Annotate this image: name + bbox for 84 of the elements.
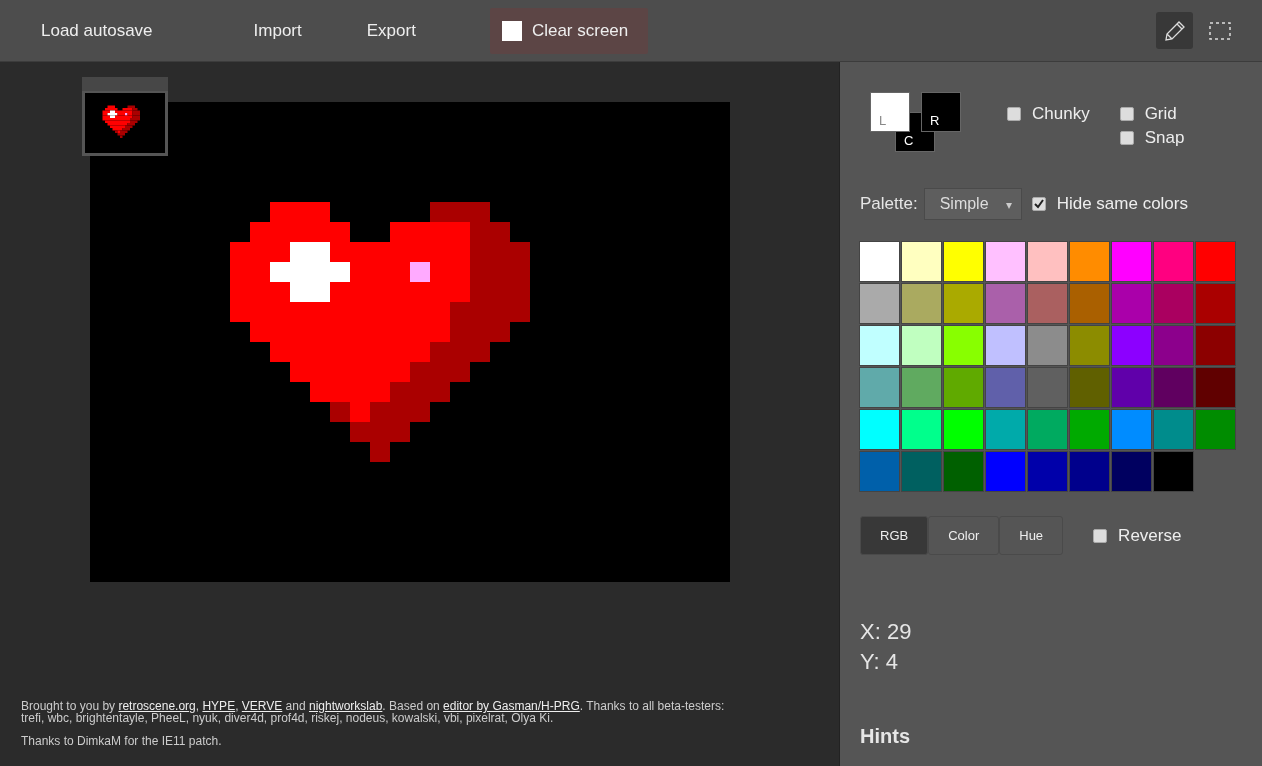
color-swatch[interactable] xyxy=(1111,409,1152,450)
color-swatch[interactable] xyxy=(901,241,942,282)
color-swatch[interactable] xyxy=(1027,367,1068,408)
pencil-tool-button[interactable] xyxy=(1156,12,1193,49)
color-swatch[interactable] xyxy=(1195,409,1236,450)
color-swatch[interactable] xyxy=(1153,283,1194,324)
square-icon xyxy=(501,20,522,41)
color-swatch[interactable] xyxy=(1153,325,1194,366)
color-swatch[interactable] xyxy=(1027,325,1068,366)
color-swatch[interactable] xyxy=(1195,283,1236,324)
color-swatch[interactable] xyxy=(943,367,984,408)
credits-text: Brought to you by retroscene.org, HYPE, VERVE and nightworkslab. Based on editor by Gasman/H-PRG. Thanks to all beta-testers: trefi, wbc, brightentayle, PheeL, nyuk, diver4d, prof4d, riskej, nodeus, kowalski, vbi, pixelrat, Olya Ki. xyxy=(21,700,726,724)
clear-screen-button[interactable]: Clear screen xyxy=(489,7,649,54)
color-swatch[interactable] xyxy=(1069,325,1110,366)
chunky-checkbox[interactable]: Chunky xyxy=(1007,104,1090,124)
color-swatch[interactable] xyxy=(859,283,900,324)
pencil-icon xyxy=(1163,19,1186,42)
color-swatch[interactable] xyxy=(985,325,1026,366)
credit-link[interactable]: editor by Gasman/H-PRG xyxy=(443,699,580,713)
hints-heading: Hints xyxy=(860,725,911,748)
grid-checkbox[interactable]: Grid xyxy=(1119,104,1185,124)
credit-link[interactable]: retroscene.org xyxy=(118,699,196,713)
color-swatch[interactable] xyxy=(859,451,900,492)
color-swatch[interactable] xyxy=(985,241,1026,282)
color-swatch[interactable] xyxy=(943,325,984,366)
color-swatch[interactable] xyxy=(943,451,984,492)
color-swatch[interactable] xyxy=(943,409,984,450)
color-swatch[interactable] xyxy=(985,409,1026,450)
color-swatch[interactable] xyxy=(1111,451,1152,492)
hide-same-colors-checkbox[interactable]: Hide same colors xyxy=(1031,194,1188,214)
color-swatch[interactable] xyxy=(1111,241,1152,282)
color-swatch[interactable] xyxy=(901,451,942,492)
color-swatch[interactable] xyxy=(1069,451,1110,492)
color-swatch[interactable] xyxy=(1027,409,1068,450)
sort-tab[interactable]: Hue xyxy=(999,516,1064,555)
color-swatch[interactable] xyxy=(901,367,942,408)
color-swatch[interactable] xyxy=(1153,367,1194,408)
color-swatch[interactable] xyxy=(901,283,942,324)
color-swatch[interactable] xyxy=(1069,241,1110,282)
color-swatch[interactable] xyxy=(1153,409,1194,450)
snap-checkbox[interactable]: Snap xyxy=(1119,128,1185,148)
toolbar-button[interactable]: Load autosave xyxy=(22,10,172,51)
pixel-canvas[interactable] xyxy=(90,102,730,582)
color-swatch[interactable] xyxy=(1069,283,1110,324)
sort-tab[interactable]: RGB xyxy=(860,516,929,555)
color-swatch[interactable] xyxy=(859,241,900,282)
color-swatch[interactable] xyxy=(943,283,984,324)
color-swatch[interactable] xyxy=(1195,241,1236,282)
color-swatch[interactable] xyxy=(985,367,1026,408)
y-coordinate: Y: 4 xyxy=(860,648,899,676)
color-swatch[interactable] xyxy=(943,241,984,282)
toolbar-button[interactable]: Export xyxy=(347,10,435,51)
preview-window[interactable] xyxy=(82,77,168,156)
thanks-text: Thanks to DimkaM for the IE11 patch. xyxy=(21,734,223,748)
color-swatch[interactable] xyxy=(985,451,1026,492)
color-swatch[interactable] xyxy=(859,367,900,408)
color-swatch[interactable] xyxy=(859,325,900,366)
color-swatch[interactable] xyxy=(1195,367,1236,408)
color-swatch[interactable] xyxy=(1153,241,1194,282)
left-color-swatch[interactable]: L xyxy=(870,92,910,132)
color-swatch[interactable] xyxy=(1111,325,1152,366)
x-coordinate: X: 29 xyxy=(860,618,913,646)
caret-icon xyxy=(1005,203,1012,209)
color-swatch[interactable] xyxy=(1069,367,1110,408)
reverse-checkbox[interactable]: Reverse xyxy=(1093,525,1182,546)
toolbar-button[interactable]: Import xyxy=(234,10,321,51)
color-swatch[interactable] xyxy=(1027,451,1068,492)
color-swatch[interactable] xyxy=(1195,325,1236,366)
selection-icon xyxy=(1208,21,1231,40)
color-swatch[interactable] xyxy=(1069,409,1110,450)
color-swatch[interactable] xyxy=(901,409,942,450)
color-swatch[interactable] xyxy=(985,283,1026,324)
sort-tab[interactable]: Color xyxy=(928,516,1000,555)
color-swatch[interactable] xyxy=(1153,451,1194,492)
color-swatch[interactable] xyxy=(901,325,942,366)
palette-label: Palette: xyxy=(860,194,918,214)
palette-dropdown[interactable]: Simple xyxy=(923,188,1022,220)
color-swatch[interactable] xyxy=(1027,241,1068,282)
right-color-swatch[interactable]: R xyxy=(921,92,961,132)
color-swatch[interactable] xyxy=(1111,367,1152,408)
color-swatch[interactable] xyxy=(1111,283,1152,324)
credit-link[interactable]: VERVE xyxy=(241,699,283,713)
color-swatch[interactable] xyxy=(859,409,900,450)
color-swatch[interactable] xyxy=(1027,283,1068,324)
